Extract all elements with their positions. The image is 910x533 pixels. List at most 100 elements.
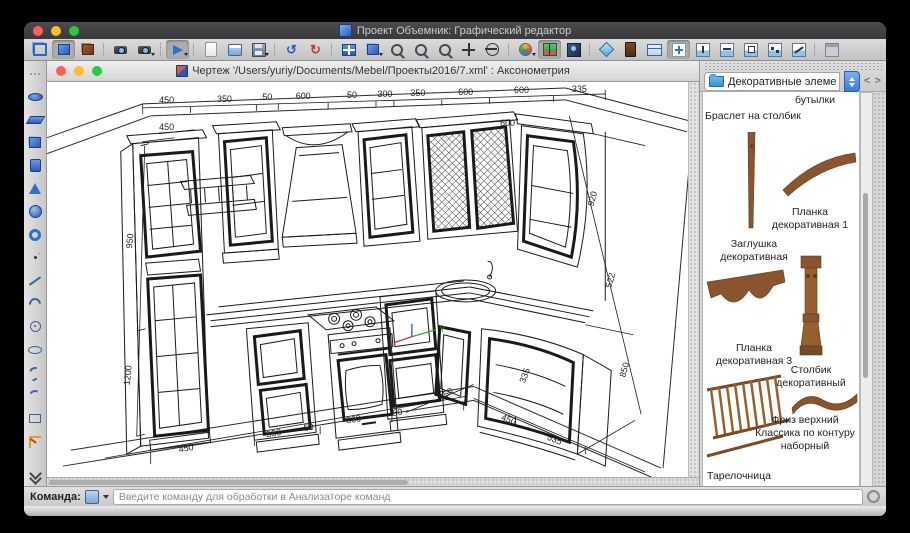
- decor-panel: Декоративные элементы < > бутылки Брасле…: [700, 61, 886, 487]
- paint-menu-button[interactable]: [514, 40, 537, 59]
- title-bar[interactable]: Проект Объемник: Графический редактор: [24, 22, 886, 39]
- play-menu-button[interactable]: [166, 40, 189, 59]
- texture-mapping-button[interactable]: [562, 40, 585, 59]
- command-input[interactable]: [113, 489, 863, 505]
- orbit-button[interactable]: [481, 40, 504, 59]
- svg-text:300: 300: [377, 89, 392, 99]
- calculator-button[interactable]: [820, 40, 843, 59]
- cube-solid-button[interactable]: [52, 40, 75, 59]
- knife-button[interactable]: [787, 40, 810, 59]
- document-title-bar[interactable]: Чертеж '/Users/yuriy/Documents/Mebel/Про…: [47, 61, 699, 82]
- cube-tool[interactable]: [25, 133, 45, 152]
- canvas-vertical-scrollbar[interactable]: [688, 82, 699, 477]
- panel-drag-handle[interactable]: [704, 62, 882, 70]
- drawing-icon: [176, 65, 188, 77]
- svg-text:350: 350: [217, 94, 232, 104]
- minimize-button[interactable]: [51, 26, 61, 36]
- svg-text:50: 50: [392, 407, 404, 419]
- kitchen-drawing: Y 450 350 50 600 50 300 350 600: [47, 82, 689, 477]
- torus-tool[interactable]: [25, 225, 45, 244]
- redo-button[interactable]: ↻: [304, 40, 327, 59]
- nav-forward-button[interactable]: >: [874, 73, 880, 90]
- panel-scrollbar[interactable]: [860, 92, 873, 489]
- ellipse-icon: [28, 346, 42, 354]
- open-document-button[interactable]: [223, 40, 246, 59]
- sphere-tool[interactable]: [25, 202, 45, 221]
- paint-icon: [519, 43, 532, 56]
- doc-zoom-button[interactable]: [92, 66, 102, 76]
- arc-icon: [27, 295, 44, 312]
- door-button[interactable]: [619, 40, 642, 59]
- materials-button[interactable]: [538, 40, 561, 59]
- move-nodes-button[interactable]: [763, 40, 786, 59]
- panel-tool[interactable]: [25, 110, 45, 129]
- dropdown-arrow-icon[interactable]: [103, 495, 109, 499]
- category-select-label: Декоративные элементы: [728, 76, 837, 88]
- point-tool[interactable]: [25, 248, 45, 267]
- circle-tool[interactable]: [25, 317, 45, 336]
- svg-text:550: 550: [266, 427, 282, 439]
- corner-tool[interactable]: [25, 432, 45, 451]
- gear-icon[interactable]: [867, 490, 880, 503]
- decor-item-label: Фриз верхний Классика по контуру наборны…: [751, 414, 859, 453]
- camera-button[interactable]: [109, 40, 132, 59]
- doc-minimize-button[interactable]: [74, 66, 84, 76]
- disc-tool[interactable]: [25, 87, 45, 106]
- zoom-in-button[interactable]: [433, 40, 456, 59]
- line-tool[interactable]: [25, 271, 45, 290]
- drawing-canvas[interactable]: Y 450 350 50 600 50 300 350 600: [47, 82, 699, 477]
- cube-wireframe-icon: [33, 43, 47, 56]
- undo-button[interactable]: ↺: [280, 40, 303, 59]
- zoom-window-icon: [391, 44, 403, 56]
- edit-vertex-button[interactable]: [691, 40, 714, 59]
- app-title: Проект Объемник: Графический редактор: [357, 25, 571, 37]
- cube-crate-button[interactable]: [76, 40, 99, 59]
- doc-close-button[interactable]: [56, 66, 66, 76]
- zoom-button[interactable]: [69, 26, 79, 36]
- zoom-dynamic-button[interactable]: [409, 40, 432, 59]
- new-document-button[interactable]: [199, 40, 222, 59]
- copy-object-button[interactable]: [739, 40, 762, 59]
- box-tool[interactable]: [25, 156, 45, 175]
- scrollbar-thumb[interactable]: [49, 480, 408, 485]
- rectangle-tool[interactable]: [25, 409, 45, 428]
- folder-icon: [709, 76, 724, 87]
- cone-tool[interactable]: [25, 179, 45, 198]
- decor-thumbnail-curved-plank[interactable]: [781, 150, 859, 200]
- cube-wireframe-button[interactable]: [28, 40, 51, 59]
- close-button[interactable]: [33, 26, 43, 36]
- document-title: Чертеж '/Users/yuriy/Documents/Mebel/Про…: [192, 65, 570, 77]
- decor-thumbnail-corbel[interactable]: [705, 268, 787, 334]
- decor-item-list[interactable]: бутылки Браслет на столбик Планка декора…: [702, 92, 860, 488]
- polyline-arc-tool[interactable]: [25, 386, 45, 405]
- svg-text:450: 450: [178, 442, 194, 454]
- category-stepper[interactable]: [844, 71, 860, 92]
- save-icon: [252, 43, 266, 57]
- command-history-icon[interactable]: [85, 490, 99, 504]
- play-icon: [173, 45, 183, 55]
- box-menu-button[interactable]: [361, 40, 384, 59]
- table-button[interactable]: [643, 40, 666, 59]
- box-icon: [367, 44, 379, 55]
- viewports-button[interactable]: [337, 40, 360, 59]
- arc-tool[interactable]: [25, 294, 45, 313]
- zoom-window-button[interactable]: [385, 40, 408, 59]
- decor-item-label: Планка декоративная 1: [759, 206, 860, 232]
- add-button[interactable]: [667, 40, 690, 59]
- chevron-down-icon: [849, 83, 855, 87]
- gem-button[interactable]: [595, 40, 618, 59]
- dropdown-arrow-icon: [379, 53, 383, 56]
- stretch-icon: [720, 43, 734, 57]
- spline-tool[interactable]: [25, 363, 45, 382]
- camera-menu-button[interactable]: [133, 40, 156, 59]
- nav-back-button[interactable]: <: [864, 73, 870, 90]
- scrollbar-thumb[interactable]: [863, 193, 868, 378]
- dropdown-arrow-icon: [265, 53, 269, 56]
- save-menu-button[interactable]: [247, 40, 270, 59]
- ellipse-tool[interactable]: [25, 340, 45, 359]
- category-select[interactable]: Декоративные элементы: [704, 72, 840, 91]
- stretch-button[interactable]: [715, 40, 738, 59]
- more-tools-button[interactable]: [25, 466, 45, 485]
- pan-button[interactable]: [457, 40, 480, 59]
- box-icon: [30, 159, 41, 172]
